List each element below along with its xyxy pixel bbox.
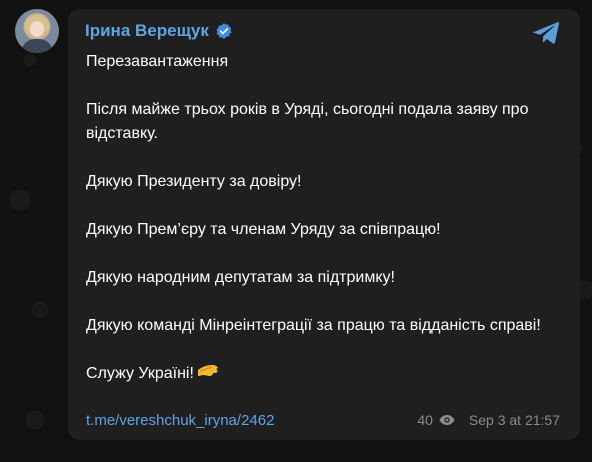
avatar-body — [21, 39, 53, 53]
author-avatar[interactable] — [15, 9, 59, 53]
post-paragraph: Дякую команді Мінреінтеграції за працю т… — [86, 317, 541, 334]
post-paragraph: Дякую Прем’єру та членам Уряду за співпр… — [86, 221, 441, 238]
eye-icon — [439, 415, 455, 425]
post-author[interactable]: Ірина Верещук — [85, 18, 233, 44]
post-paragraph-closing: Служу Україні! — [86, 362, 568, 386]
author-name[interactable]: Ірина Верещук — [85, 21, 209, 41]
post-meta: 40 Sep 3 at 21:57 — [417, 412, 560, 428]
post-link[interactable]: t.me/vereshchuk_iryna/2462 — [86, 412, 274, 429]
post-paragraph: Дякую народним депутатам за підтримку! — [86, 269, 395, 286]
avatar-face — [30, 21, 44, 37]
post-footer: t.me/vereshchuk_iryna/2462 40 Sep 3 at 2… — [86, 408, 560, 432]
saluting-hand-emoji — [197, 365, 218, 376]
telegram-icon[interactable] — [532, 20, 560, 46]
post-paragraph: Дякую Президенту за довіру! — [86, 173, 302, 190]
view-count: 40 — [417, 412, 433, 428]
post-text: Перезавантаження Після майже трьох років… — [86, 50, 568, 410]
post-date: Sep 3 at 21:57 — [468, 412, 560, 428]
closing-text: Служу Україні! — [86, 365, 194, 382]
verified-badge-icon — [216, 23, 232, 39]
post-paragraph-title: Перезавантаження — [86, 53, 229, 70]
post-paragraph: Після майже трьох років в Уряді, сьогодн… — [86, 101, 529, 142]
